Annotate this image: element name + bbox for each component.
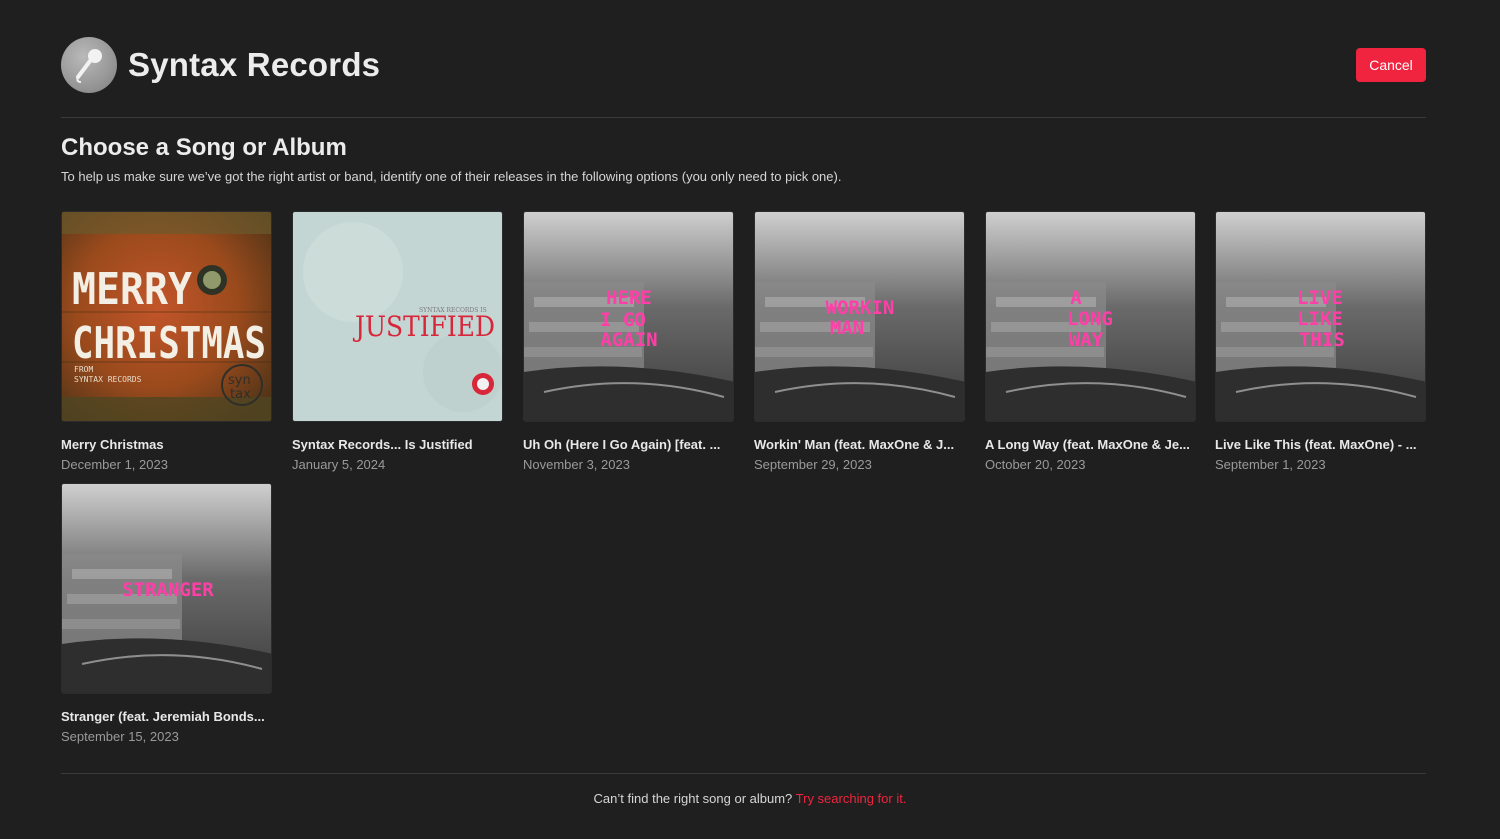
footer: Can’t find the right song or album? Try …: [0, 791, 1500, 806]
release-date: October 20, 2023: [985, 457, 1086, 472]
release-card-justified[interactable]: SYNTAX RECORDS IS JUSTIFIED Syntax Recor…: [292, 211, 503, 472]
art-text: STRANGER: [122, 579, 214, 601]
release-card-a-long-way[interactable]: A LONG WAY A Long Way (feat. MaxOne & Je…: [985, 211, 1196, 472]
release-title: Merry Christmas: [61, 437, 164, 452]
release-date: September 1, 2023: [1215, 457, 1326, 472]
cancel-button[interactable]: Cancel: [1356, 48, 1426, 82]
search-link[interactable]: Try searching for it.: [796, 791, 907, 806]
art-text: MERRY: [72, 264, 192, 315]
release-date: September 15, 2023: [61, 729, 179, 744]
footer-divider: [61, 773, 1426, 774]
artist-name: Syntax Records: [128, 46, 381, 83]
album-art: A LONG WAY: [985, 211, 1196, 422]
header: Syntax Records Cancel: [61, 37, 1426, 93]
release-card-stranger[interactable]: STRANGER Stranger (feat. Jeremiah Bonds.…: [61, 483, 272, 744]
footer-text: Can’t find the right song or album?: [593, 791, 796, 806]
art-text: A: [1070, 287, 1082, 309]
release-card-merry-christmas[interactable]: MERRY CHRISTMAS FROM SYNTAX RECORDS syn …: [61, 211, 272, 472]
release-title: Uh Oh (Here I Go Again) [feat. ...: [523, 437, 721, 452]
art-text: LIVE: [1297, 287, 1343, 309]
release-card-live-like-this[interactable]: LIVE LIKE THIS Live Like This (feat. Max…: [1215, 211, 1426, 472]
section-subtitle: To help us make sure we’ve got the right…: [61, 169, 842, 184]
art-text: WORKIN: [826, 297, 895, 319]
microphone-icon: [76, 49, 102, 83]
art-logo-text: tax: [230, 387, 251, 402]
release-title: Workin' Man (feat. MaxOne & J...: [754, 437, 955, 452]
release-title: A Long Way (feat. MaxOne & Je...: [985, 437, 1190, 452]
release-card-uh-oh[interactable]: HERE I GO AGAIN Uh Oh (Here I Go Again) …: [523, 211, 734, 472]
section-title: Choose a Song or Album: [61, 134, 347, 161]
album-art: MERRY CHRISTMAS FROM SYNTAX RECORDS syn …: [61, 211, 272, 422]
album-art: HERE I GO AGAIN: [523, 211, 734, 422]
art-text: WAY: [1069, 329, 1104, 351]
art-logo-text: syn: [228, 373, 251, 388]
release-date: January 5, 2024: [292, 457, 386, 472]
album-art: WORKIN MAN: [754, 211, 965, 422]
release-date: November 3, 2023: [523, 457, 630, 472]
release-title: Stranger (feat. Jeremiah Bonds...: [61, 709, 265, 724]
release-title: Live Like This (feat. MaxOne) - ...: [1215, 437, 1417, 452]
header-divider: [61, 117, 1426, 118]
art-text: HERE: [606, 287, 652, 309]
album-art: STRANGER: [61, 483, 272, 694]
art-text: LIKE: [1297, 308, 1343, 330]
album-art: SYNTAX RECORDS IS JUSTIFIED: [292, 211, 503, 422]
avatar: [61, 37, 117, 93]
art-text: I GO: [600, 309, 646, 331]
release-card-workin-man[interactable]: WORKIN MAN Workin' Man (feat. MaxOne & J…: [754, 211, 965, 472]
art-text: JUSTIFIED: [352, 310, 495, 343]
release-date: December 1, 2023: [61, 457, 168, 472]
art-text: LONG: [1067, 308, 1113, 330]
page: Syntax Records Cancel Choose a Song or A…: [0, 0, 1500, 839]
art-text: MAN: [830, 317, 864, 339]
album-art: LIVE LIKE THIS: [1215, 211, 1426, 422]
release-date: September 29, 2023: [754, 457, 872, 472]
art-small-text: FROM: [74, 365, 93, 374]
release-title: Syntax Records... Is Justified: [292, 437, 473, 452]
art-text: AGAIN: [600, 329, 657, 351]
art-small-text: SYNTAX RECORDS: [74, 375, 142, 384]
art-text: CHRISTMAS: [72, 318, 266, 369]
art-text: THIS: [1299, 329, 1345, 351]
